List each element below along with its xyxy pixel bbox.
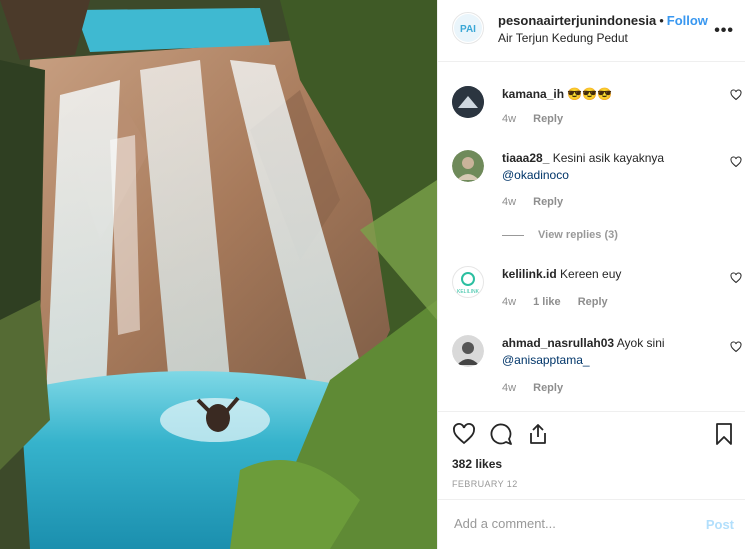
comment-avatar[interactable]: KELILINK — [452, 266, 484, 298]
comment-username[interactable]: kelilink.id — [502, 267, 557, 281]
waterfall-image — [0, 0, 437, 549]
comment-age[interactable]: 4w — [502, 196, 516, 208]
comment-mention[interactable]: @anisapptama_ — [502, 353, 590, 367]
header-separator: • — [659, 13, 664, 28]
comment-avatar[interactable] — [452, 150, 484, 182]
comment-username[interactable]: tiaaa28_ — [502, 151, 549, 165]
post-date[interactable]: FEBRUARY 12 — [452, 479, 518, 489]
divider-line — [502, 234, 524, 236]
comment-meta: 4w Reply — [502, 113, 577, 125]
comment-meta: 4w Reply — [502, 382, 577, 394]
post-photo[interactable] — [0, 0, 437, 549]
comment-icon[interactable] — [489, 422, 513, 446]
post-header: PAI pesonaairterjunindonesia • Follow Air … — [438, 0, 745, 62]
comment-body: Kereen euy — [560, 267, 622, 281]
like-comment-heart-icon[interactable] — [730, 89, 742, 101]
share-icon[interactable] — [526, 422, 550, 446]
view-replies-button[interactable]: View replies (3) — [502, 229, 618, 241]
account-avatar[interactable]: PAI — [452, 12, 484, 44]
add-comment-bar: Post — [438, 499, 745, 549]
reply-button[interactable]: Reply — [533, 382, 563, 394]
avatar-photo-icon — [452, 335, 484, 367]
post-comment-button[interactable]: Post — [706, 517, 734, 532]
comment-age[interactable]: 4w — [502, 113, 516, 125]
comment-text: ahmad_nasrullah03 Ayok sini @anisapptama… — [502, 335, 702, 369]
post-location[interactable]: Air Terjun Kedung Pedut — [498, 31, 628, 45]
reply-button[interactable]: Reply — [533, 196, 563, 208]
comment-text: kamana_ih 😎😎😎 — [502, 86, 702, 103]
reply-button[interactable]: Reply — [578, 296, 608, 308]
comment-username[interactable]: ahmad_nasrullah03 — [502, 336, 614, 350]
comment-text: tiaaa28_ Kesini asik kayaknya @okadinoco — [502, 150, 702, 184]
header-user-line: pesonaairterjunindonesia • Follow — [498, 13, 708, 28]
comment-likes[interactable]: 1 like — [533, 296, 561, 308]
add-comment-input[interactable] — [452, 515, 686, 532]
comment-meta: 4w 1 like Reply — [502, 296, 622, 308]
svg-text:KELILINK: KELILINK — [457, 289, 480, 295]
more-horizontal-icon[interactable]: ••• — [714, 22, 734, 40]
header-username[interactable]: pesonaairterjunindonesia — [498, 13, 656, 28]
post-actions: 382 likes FEBRUARY 12 — [438, 411, 745, 499]
post-sidebar: PAI pesonaairterjunindonesia • Follow Air … — [437, 0, 745, 549]
comment-emoji: 😎😎😎 — [567, 87, 613, 101]
brand-logo-icon: PAI — [454, 14, 482, 42]
comment-username[interactable]: kamana_ih — [502, 87, 564, 101]
follow-button[interactable]: Follow — [667, 13, 708, 28]
comment-body: Ayok sini — [616, 336, 665, 350]
likes-count[interactable]: 382 likes — [452, 457, 502, 471]
svg-text:PAI: PAI — [460, 24, 476, 35]
view-replies-label: View replies (3) — [538, 229, 618, 241]
reply-button[interactable]: Reply — [533, 113, 563, 125]
like-comment-heart-icon[interactable] — [730, 156, 742, 168]
like-comment-heart-icon[interactable] — [730, 272, 742, 284]
instagram-post: PAI pesonaairterjunindonesia • Follow Air … — [0, 0, 745, 549]
comment-avatar[interactable] — [452, 86, 484, 118]
comment-age[interactable]: 4w — [502, 296, 516, 308]
comment-meta: 4w Reply — [502, 196, 577, 208]
comment-mention[interactable]: @okadinoco — [502, 168, 569, 182]
comment-body: Kesini asik kayaknya — [552, 151, 665, 165]
comment-text: kelilink.id Kereen euy — [502, 266, 702, 283]
heart-icon[interactable] — [452, 422, 476, 446]
comment-age[interactable]: 4w — [502, 382, 516, 394]
comment-avatar[interactable] — [452, 335, 484, 367]
bookmark-icon[interactable] — [712, 422, 736, 446]
avatar-photo-icon — [452, 150, 484, 182]
like-comment-heart-icon[interactable] — [730, 341, 742, 353]
avatar-photo-icon — [452, 86, 484, 118]
kelilink-logo-icon: KELILINK — [457, 272, 480, 295]
